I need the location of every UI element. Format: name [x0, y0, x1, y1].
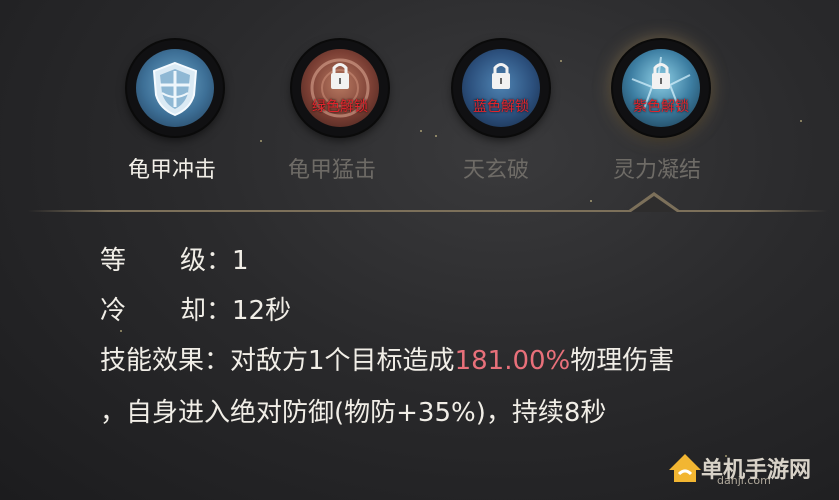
skill-slot-3[interactable]: 蓝色解锁 [451, 38, 551, 138]
effect-prefix: 对敌方1个目标造成 [230, 346, 455, 376]
effect-highlight: 181.00% [454, 346, 571, 376]
skill-name-1[interactable]: 龟甲冲击 [128, 152, 216, 184]
effect-key: 技能效果： [100, 346, 231, 376]
lock-icon [622, 59, 700, 97]
skill-ring [127, 40, 223, 136]
skill-icon: 蓝色解锁 [462, 49, 540, 127]
unlock-requirement: 绿色解锁 [312, 99, 368, 115]
cooldown-row: 冷 却：12秒 [100, 290, 291, 327]
effect-suffix: 物理伤害 [570, 346, 675, 376]
lock-icon [301, 59, 379, 97]
skill-icon [136, 49, 214, 127]
skill-icon: 绿色解锁 [301, 49, 379, 127]
skill-ring: 蓝色解锁 [453, 40, 549, 136]
cooldown-key: 冷 [100, 296, 127, 326]
skill-name-3[interactable]: 天玄破 [463, 152, 529, 184]
skill-name-4[interactable]: 灵力凝结 [613, 152, 701, 184]
skill-slot-1[interactable] [125, 38, 225, 138]
level-key: 等 [100, 246, 127, 276]
skill-name-2[interactable]: 龟甲猛击 [288, 152, 376, 184]
level-value: 1 [232, 246, 249, 276]
selection-pointer-inner [631, 196, 677, 212]
shield-icon [152, 61, 198, 117]
skill-ring: 紫色解锁 [613, 40, 709, 136]
skill-slot-4[interactable]: 紫色解锁 [611, 38, 711, 138]
watermark-url: danji.com [717, 474, 771, 487]
skill-icon: 紫色解锁 [622, 49, 700, 127]
skill-ring: 绿色解锁 [292, 40, 388, 136]
cooldown-value: 12秒 [232, 296, 292, 326]
watermark: 单机手游网 danji.com [665, 446, 825, 490]
unlock-requirement: 蓝色解锁 [473, 99, 529, 115]
house-logo-icon [669, 454, 701, 482]
effect-row: 技能效果：对敌方1个目标造成181.00%物理伤害 [100, 340, 674, 377]
level-row: 等 级：1 [100, 240, 249, 277]
lock-icon [462, 59, 540, 97]
divider [28, 210, 828, 212]
effect-row-2: ，自身进入绝对防御(物防+35%)，持续8秒 [100, 398, 607, 428]
skill-slot-2[interactable]: 绿色解锁 [290, 38, 390, 138]
unlock-requirement: 紫色解锁 [633, 99, 689, 115]
cooldown-key-2: 却： [180, 296, 233, 326]
level-key-2: 级： [180, 246, 233, 276]
